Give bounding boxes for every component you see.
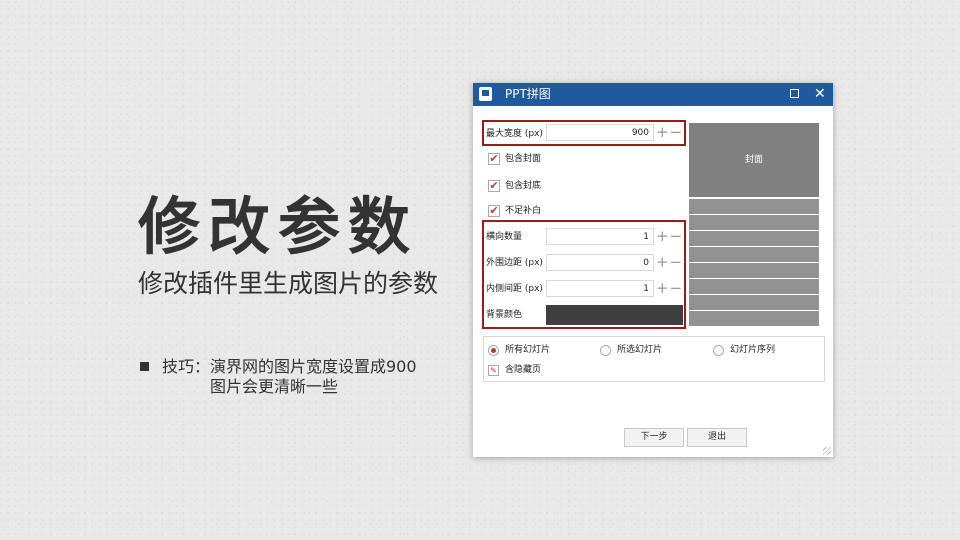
preview-tile [689,199,819,214]
dialog-titlebar[interactable]: PPT拼图 ✕ [473,83,833,106]
preview-tile [689,231,819,246]
close-icon[interactable]: ✕ [814,85,826,103]
preview-tile [689,263,819,278]
preview-tile [689,295,819,310]
preview-tile [689,311,819,326]
params-highlight [482,220,686,329]
next-button[interactable]: 下一步 [624,428,684,447]
slide-subtitle: 修改插件里生成图片的参数 [138,269,439,298]
include-cover-checkbox[interactable]: ✔ [488,153,500,165]
max-width-highlight [482,120,686,146]
pin-icon[interactable]: ✎ [488,365,499,376]
tip-line-2: 图片会更清晰一些 [210,377,339,396]
ppt-puzzle-dialog: PPT拼图 ✕ 最大宽度 (px) 900 +− ✔ 包含封面 ✔ 包含封底 ✔… [473,83,833,457]
tip-line-1: 技巧：演界网的图片宽度设置成900 [162,357,417,376]
include-back-label: 包含封底 [505,181,542,191]
preview-cover: 封面 [689,123,819,197]
exit-button[interactable]: 退出 [687,428,747,447]
resize-grip-icon[interactable] [823,447,831,455]
include-cover-label: 包含封面 [505,154,542,164]
all-slides-label: 所有幻灯片 [505,345,551,355]
include-back-checkbox[interactable]: ✔ [488,180,500,192]
bullet-square-icon [140,362,149,371]
slide-sequence-radio[interactable] [713,345,724,356]
app-icon [479,87,492,101]
preview-cover-label: 封面 [744,155,763,165]
selected-slides-radio[interactable] [600,345,611,356]
fill-blank-checkbox[interactable]: ✔ [488,205,500,217]
include-hidden-label: 含隐藏页 [505,365,542,375]
slide-title: 修改参数 [138,190,419,263]
slide-sequence-label: 幻灯片序列 [730,345,776,355]
maximize-icon[interactable] [790,89,799,98]
all-slides-radio[interactable] [488,345,499,356]
preview-tile [689,215,819,230]
preview-tile [689,279,819,294]
selected-slides-label: 所选幻灯片 [617,345,663,355]
layout-preview: 封面 [689,123,819,328]
preview-tile [689,247,819,262]
dialog-title: PPT拼图 [505,87,551,101]
fill-blank-label: 不足补白 [505,206,542,216]
